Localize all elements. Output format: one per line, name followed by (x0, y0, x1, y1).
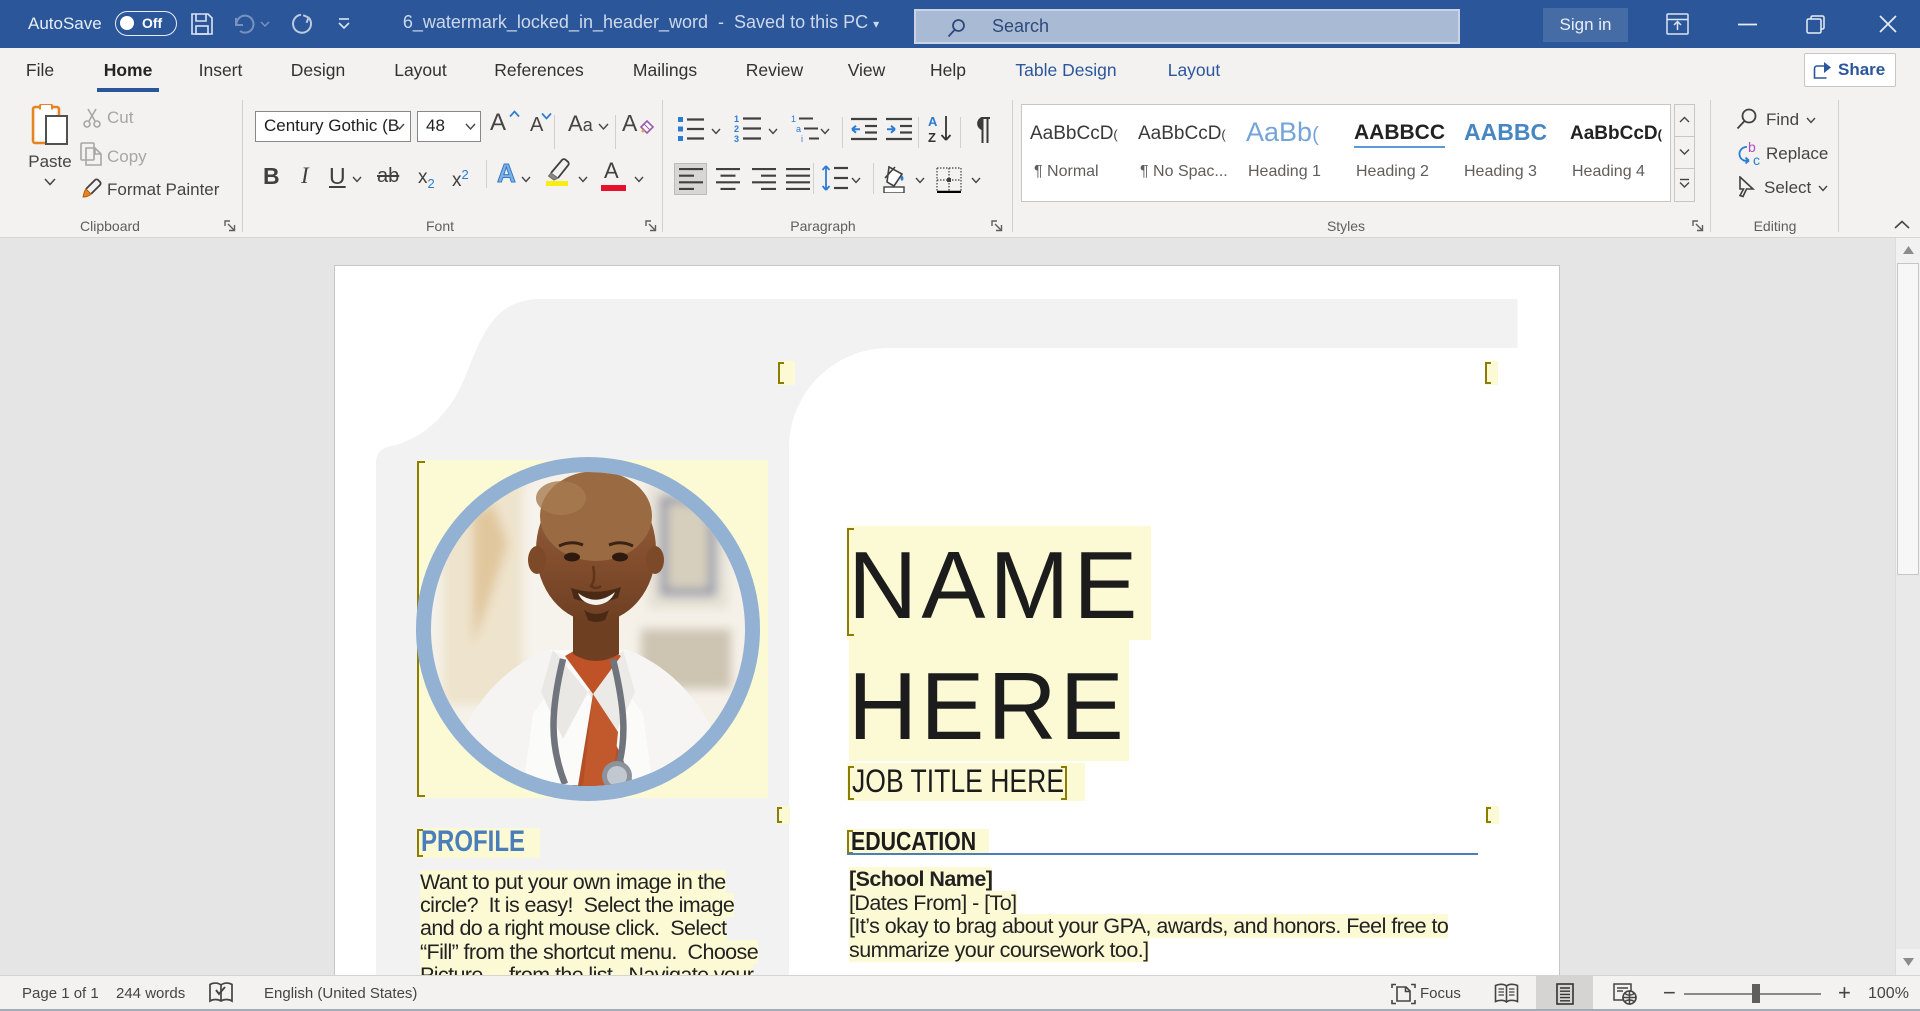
svg-text:1: 1 (791, 114, 796, 124)
svg-text:Z: Z (928, 130, 936, 144)
svg-text:A: A (928, 114, 938, 129)
svg-text:3: 3 (734, 134, 739, 144)
svg-text:2: 2 (734, 124, 739, 134)
svg-text:a: a (796, 124, 801, 134)
svg-text:i: i (801, 134, 803, 144)
svg-text:c: c (1753, 152, 1760, 166)
svg-text:1: 1 (734, 114, 739, 124)
